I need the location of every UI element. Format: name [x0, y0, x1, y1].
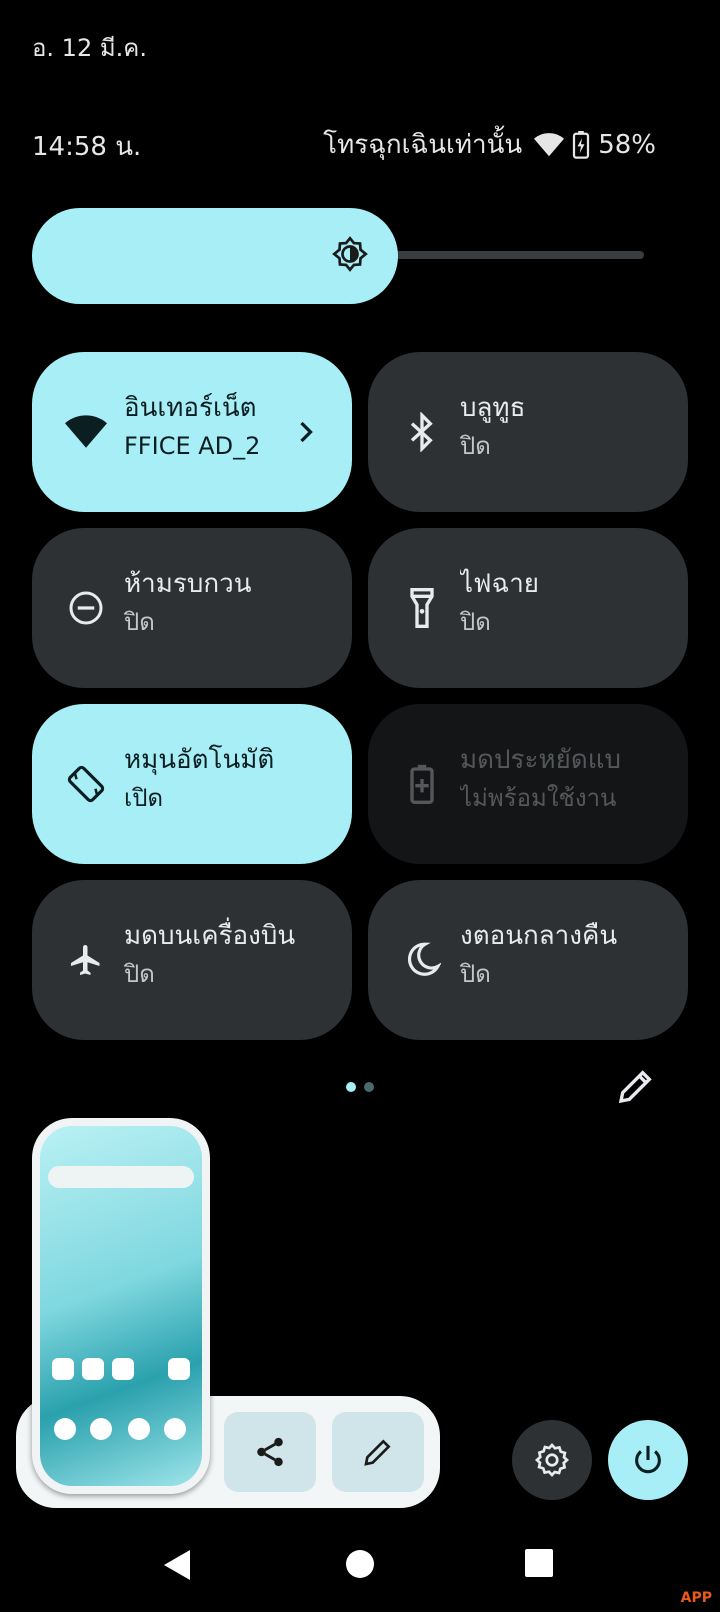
tile-night-light[interactable]: งตอนกลางคืน ปิด: [368, 880, 688, 1040]
auto-rotate-icon: [64, 762, 108, 806]
back-icon[interactable]: [162, 1548, 192, 1582]
tile-do-not-disturb[interactable]: ห้ามรบกวน ปิด: [32, 528, 352, 688]
tile-title: มดบนเครื่องบิน: [124, 921, 296, 951]
battery-saver-icon: [400, 762, 444, 806]
power-button[interactable]: [608, 1420, 688, 1500]
tile-airplane-mode[interactable]: มดบนเครื่องบิน ปิด: [32, 880, 352, 1040]
tile-title: มดประหยัดแบ: [460, 745, 621, 775]
screenshot-preview[interactable]: [32, 1118, 210, 1494]
app-icon: [112, 1358, 134, 1380]
recents-icon[interactable]: [524, 1548, 554, 1578]
tile-auto-rotate[interactable]: หมุนอัตโนมัติ เปิด: [32, 704, 352, 864]
battery-charging-icon: [573, 130, 590, 159]
battery-percentage: 58%: [598, 129, 656, 160]
date-label: อ. 12 มี.ค.: [32, 34, 147, 62]
tile-battery-saver[interactable]: มดประหยัดแบ ไม่พร้อมใช้งาน: [368, 704, 688, 864]
app-icon: [52, 1358, 74, 1380]
gear-icon: [534, 1442, 570, 1478]
tile-subtitle: ปิด: [124, 960, 155, 988]
power-icon: [635, 1445, 661, 1474]
airplane-icon: [64, 938, 108, 982]
night-light-icon: [400, 938, 444, 982]
tile-subtitle: ปิด: [124, 608, 155, 636]
edit-icon[interactable]: [616, 1066, 656, 1106]
brightness-slider-track[interactable]: [380, 251, 644, 259]
search-bar-thumbnail: [48, 1166, 194, 1188]
share-icon: [257, 1437, 283, 1467]
bluetooth-icon: [400, 410, 444, 454]
chevron-right-icon[interactable]: [288, 414, 324, 450]
wifi-status-icon: [534, 132, 565, 156]
wifi-icon: [64, 410, 108, 454]
tile-flashlight[interactable]: ไฟฉาย ปิด: [368, 528, 688, 688]
status-bar-right: โทรฉุกเฉินเท่านั้น 58%: [323, 124, 656, 165]
dock-icon: [164, 1418, 186, 1440]
tile-title: ห้ามรบกวน: [124, 569, 252, 599]
tile-title: หมุนอัตโนมัติ: [124, 745, 275, 775]
clock: 14:58 น.: [32, 132, 142, 162]
dock-icon: [90, 1418, 112, 1440]
edit-screenshot-button[interactable]: [332, 1412, 424, 1492]
tile-subtitle: ปิด: [460, 960, 491, 988]
tile-subtitle: ปิด: [460, 608, 491, 636]
watermark-logo: APP: [680, 1590, 712, 1606]
page-indicator: [346, 1082, 374, 1092]
app-icon: [168, 1358, 190, 1380]
tile-title: ไฟฉาย: [460, 569, 540, 599]
page-dot: [364, 1082, 374, 1092]
do-not-disturb-icon: [64, 586, 108, 630]
home-icon[interactable]: [344, 1548, 376, 1580]
page-dot-active: [346, 1082, 356, 1092]
tile-title: บลูทูธ: [460, 393, 526, 423]
pencil-icon: [364, 1439, 391, 1466]
tile-title: งตอนกลางคืน: [460, 921, 618, 951]
dock-icon: [54, 1418, 76, 1440]
screenshot-thumbnail: [40, 1126, 202, 1486]
tile-bluetooth[interactable]: บลูทูธ ปิด: [368, 352, 688, 512]
tile-subtitle: ปิด: [460, 432, 491, 460]
tile-internet[interactable]: อินเทอร์เน็ต FFICE AD_2: [32, 352, 352, 512]
dock-icon: [128, 1418, 150, 1440]
app-icon: [82, 1358, 104, 1380]
share-button[interactable]: [224, 1412, 316, 1492]
brightness-icon: [332, 236, 368, 272]
tile-subtitle: เปิด: [124, 784, 164, 812]
tile-subtitle: ไม่พร้อมใช้งาน: [460, 784, 617, 812]
settings-button[interactable]: [512, 1420, 592, 1500]
emergency-calls-label: โทรฉุกเฉินเท่านั้น: [323, 130, 523, 160]
flashlight-icon: [400, 586, 444, 630]
